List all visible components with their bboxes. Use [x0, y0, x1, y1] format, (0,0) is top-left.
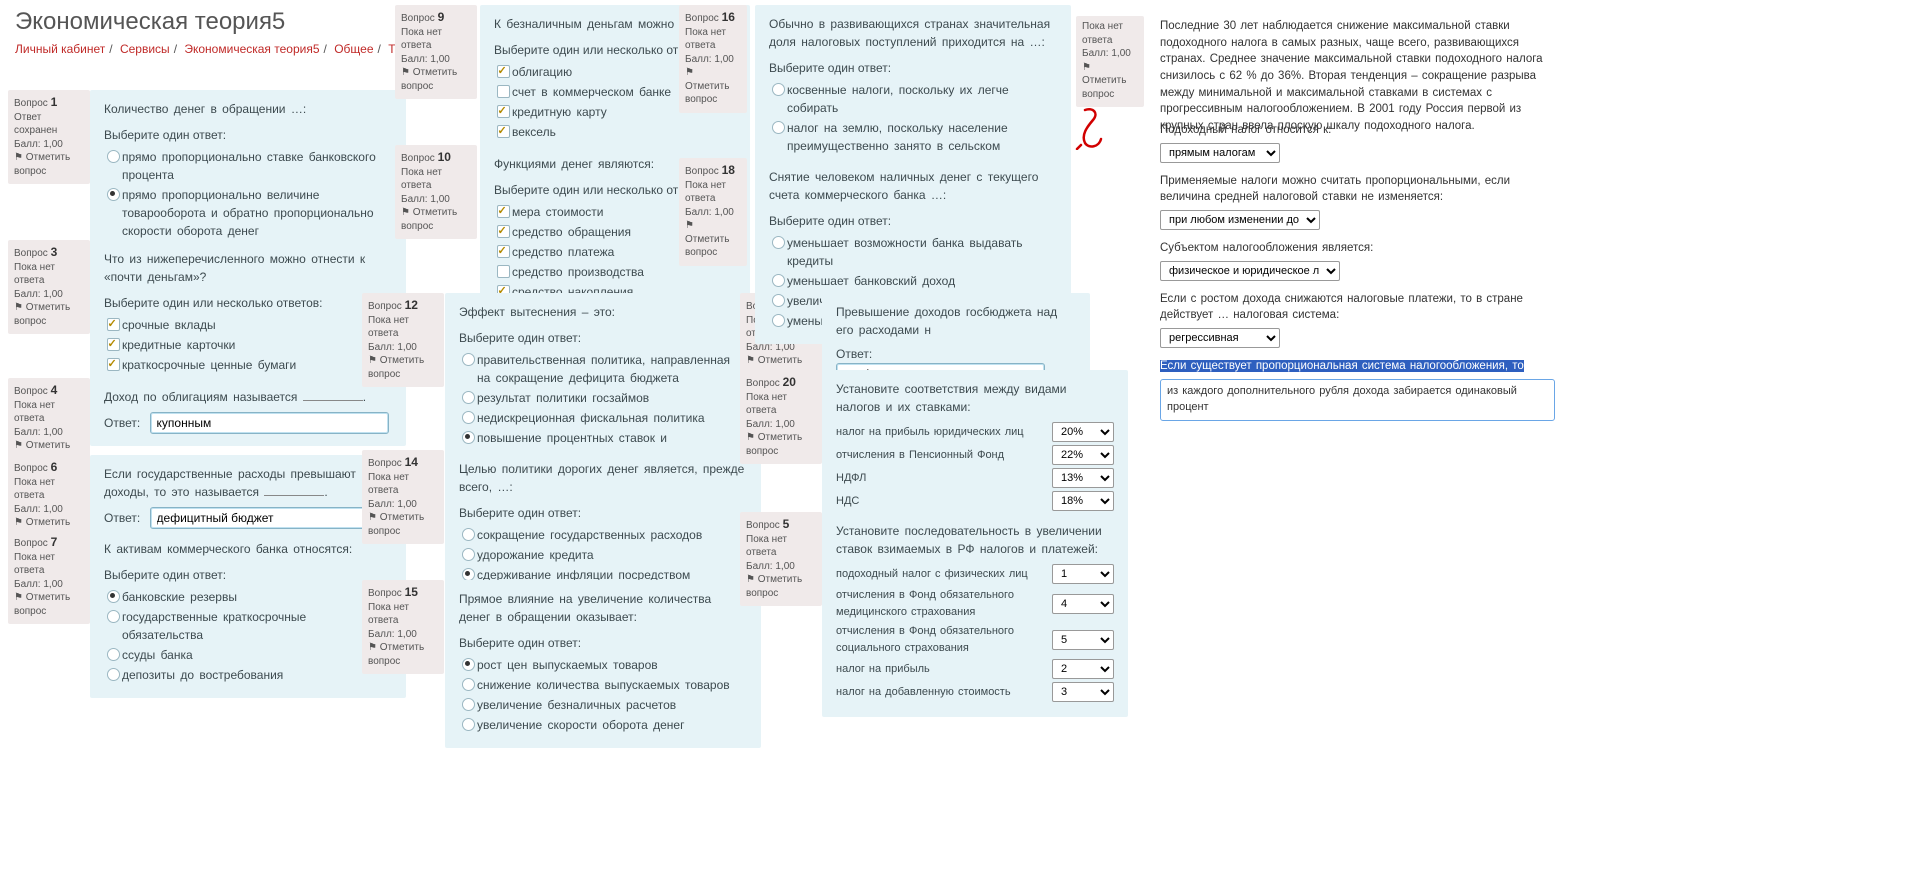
qbox-15: Вопрос 15 Пока нет ответаБалл: 1,00 Отме… — [362, 580, 444, 674]
radio[interactable] — [462, 678, 475, 691]
qbox-14: Вопрос 14 Пока нет ответаБалл: 1,00 Отме… — [362, 450, 444, 544]
flag-q16[interactable]: Отметить вопрос — [685, 66, 741, 107]
answer-box: из каждого дополнительного рубля дохода … — [1160, 379, 1555, 421]
checkbox[interactable] — [497, 205, 510, 218]
card-q15: Прямое влияние на увеличение количества … — [445, 580, 761, 748]
match-sel[interactable]: 20% — [1052, 422, 1114, 442]
flag-q9[interactable]: Отметить вопрос — [401, 66, 471, 93]
qbox-12: Вопрос 12 Пока нет ответаБалл: 1,00 Отме… — [362, 293, 444, 387]
radio[interactable] — [107, 150, 120, 163]
radio[interactable] — [462, 431, 475, 444]
qbox-1: Вопрос 1 Ответ сохраненБалл: 1,00 Отмети… — [8, 90, 90, 184]
qbox-3: Вопрос 3 Пока нет ответаБалл: 1,00 Отмет… — [8, 240, 90, 334]
highlighted-text: Если существует пропорциональная система… — [1160, 360, 1524, 372]
checkbox[interactable] — [497, 85, 510, 98]
flag-q12[interactable]: Отметить вопрос — [368, 354, 438, 381]
flag-q14[interactable]: Отметить вопрос — [368, 511, 438, 538]
radio[interactable] — [462, 658, 475, 671]
qbox-7: Вопрос 7 Пока нет ответаБалл: 1,00 Отмет… — [8, 530, 90, 624]
qbox-20: Вопрос 20 Пока нет ответаБалл: 1,00 Отме… — [740, 370, 822, 464]
text-passage: Последние 30 лет наблюдается снижение ма… — [1160, 18, 1555, 135]
checkbox[interactable] — [497, 245, 510, 258]
radio[interactable] — [462, 548, 475, 561]
checkbox[interactable] — [497, 265, 510, 278]
card-q5: Установите последовательность в увеличен… — [822, 512, 1128, 717]
crumb-1[interactable]: Сервисы — [120, 42, 170, 56]
radio[interactable] — [462, 698, 475, 711]
radio[interactable] — [462, 528, 475, 541]
flag-x[interactable]: Отметить вопрос — [1082, 61, 1138, 102]
radio[interactable] — [772, 236, 785, 249]
card-q4: Доход по облигациям называется . Ответ: — [90, 378, 406, 446]
qbox-10: Вопрос 10 Пока нет ответаБалл: 1,00 Отме… — [395, 145, 477, 239]
crumb-0[interactable]: Личный кабинет — [15, 42, 105, 56]
radio[interactable] — [107, 188, 120, 201]
match-sel[interactable]: 18% — [1052, 491, 1114, 511]
qbox-9: Вопрос 9 Пока нет ответаБалл: 1,00 Отмет… — [395, 5, 477, 99]
radio[interactable] — [772, 294, 785, 307]
breadcrumb: Личный кабинет/ Сервисы/ Экономическая т… — [15, 42, 423, 56]
card-q6: Если государственные расходы превышают д… — [90, 455, 406, 541]
qbox-5: Вопрос 5 Пока нет ответаБалл: 1,00 Отмет… — [740, 512, 822, 606]
flag-q5[interactable]: Отметить вопрос — [746, 573, 816, 600]
crumb-3[interactable]: Общее — [334, 42, 373, 56]
radio[interactable] — [107, 610, 120, 623]
answer-q6[interactable] — [150, 507, 389, 529]
page-title: Экономическая теория5 — [15, 8, 285, 36]
checkbox[interactable] — [107, 318, 120, 331]
seq-sel[interactable]: 3 — [1052, 682, 1114, 702]
qbox-18: Вопрос 18 Пока нет ответаБалл: 1,00 Отме… — [679, 158, 747, 266]
scribble-icon — [1075, 105, 1105, 150]
radio[interactable] — [772, 274, 785, 287]
match-sel[interactable]: 22% — [1052, 445, 1114, 465]
seq-sel[interactable]: 4 — [1052, 594, 1114, 614]
match-sel[interactable]: 13% — [1052, 468, 1114, 488]
radio[interactable] — [107, 590, 120, 603]
flag-q20[interactable]: Отметить вопрос — [746, 431, 816, 458]
seq-sel[interactable]: 5 — [1052, 630, 1114, 650]
answer-q4[interactable] — [150, 412, 389, 434]
radio[interactable] — [462, 391, 475, 404]
radio[interactable] — [772, 121, 785, 134]
checkbox[interactable] — [107, 358, 120, 371]
dd-4[interactable]: регрессивная — [1160, 328, 1280, 348]
radio[interactable] — [462, 718, 475, 731]
qbox-x: Пока нет ответаБалл: 1,00 Отметить вопро… — [1076, 16, 1144, 107]
checkbox[interactable] — [497, 125, 510, 138]
card-q7: К активам коммерческого банка относятся:… — [90, 530, 406, 698]
seq-sel[interactable]: 1 — [1052, 564, 1114, 584]
flag-q3[interactable]: Отметить вопрос — [14, 301, 84, 328]
checkbox[interactable] — [497, 105, 510, 118]
dd-2[interactable]: при любом изменении дохода — [1160, 210, 1320, 230]
radio[interactable] — [772, 314, 785, 327]
flag-q7[interactable]: Отметить вопрос — [14, 591, 84, 618]
checkbox[interactable] — [497, 225, 510, 238]
dropdown-block: Подоходный налог относится к: прямым нал… — [1160, 122, 1555, 421]
flag-q18[interactable]: Отметить вопрос — [685, 219, 741, 260]
checkbox[interactable] — [497, 65, 510, 78]
flag-q10[interactable]: Отметить вопрос — [401, 206, 471, 233]
radio[interactable] — [772, 83, 785, 96]
crumb-2[interactable]: Экономическая теория5 — [184, 42, 319, 56]
checkbox[interactable] — [107, 338, 120, 351]
flag-q15[interactable]: Отметить вопрос — [368, 641, 438, 668]
radio[interactable] — [462, 353, 475, 366]
dd-3[interactable]: физическое и юридическое лицо — [1160, 261, 1340, 281]
radio[interactable] — [107, 648, 120, 661]
dd-1[interactable]: прямым налогам — [1160, 143, 1280, 163]
radio[interactable] — [107, 668, 120, 681]
radio[interactable] — [462, 411, 475, 424]
qbox-16: Вопрос 16 Пока нет ответаБалл: 1,00 Отме… — [679, 5, 747, 113]
flag-q1[interactable]: Отметить вопрос — [14, 151, 84, 178]
seq-sel[interactable]: 2 — [1052, 659, 1114, 679]
